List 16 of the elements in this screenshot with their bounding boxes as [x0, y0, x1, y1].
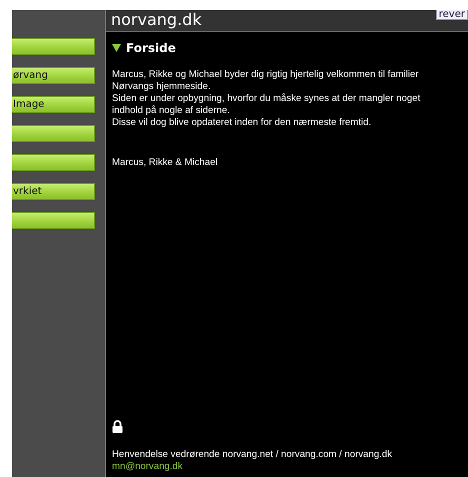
section-heading: Forside — [126, 41, 176, 55]
nav-button[interactable]: ørvang — [12, 67, 95, 84]
nav-button[interactable]: Image — [12, 96, 95, 113]
lock-icon — [112, 420, 123, 433]
nav-button[interactable]: vrkiet — [12, 183, 95, 200]
expand-triangle-icon[interactable] — [112, 44, 121, 52]
email-link[interactable]: mn@norvang.dk — [112, 461, 183, 473]
site-title: norvang.dk — [111, 10, 202, 30]
nav-button[interactable] — [12, 38, 95, 55]
nav-button[interactable] — [12, 212, 95, 229]
signature-text: Marcus, Rikke & Michael — [112, 157, 218, 169]
header-button[interactable]: rever — [436, 10, 468, 20]
nav-button[interactable] — [12, 125, 95, 142]
footer-text: Henvendelse vedrørende norvang.net / norvang.com / norvang.dk — [112, 449, 392, 461]
nav-button[interactable] — [12, 154, 95, 171]
welcome-text: Marcus, Rikke og Michael byder dig rigtig hjertelig velkommen til familier Nørvangs hjemmeside. Siden er under opbygning, hvorfor du måske synes at der mangler noget indhold på nogle af siderne. Disse vil dog blive opdateret inden for den nærmeste fremtid. — [112, 69, 420, 129]
